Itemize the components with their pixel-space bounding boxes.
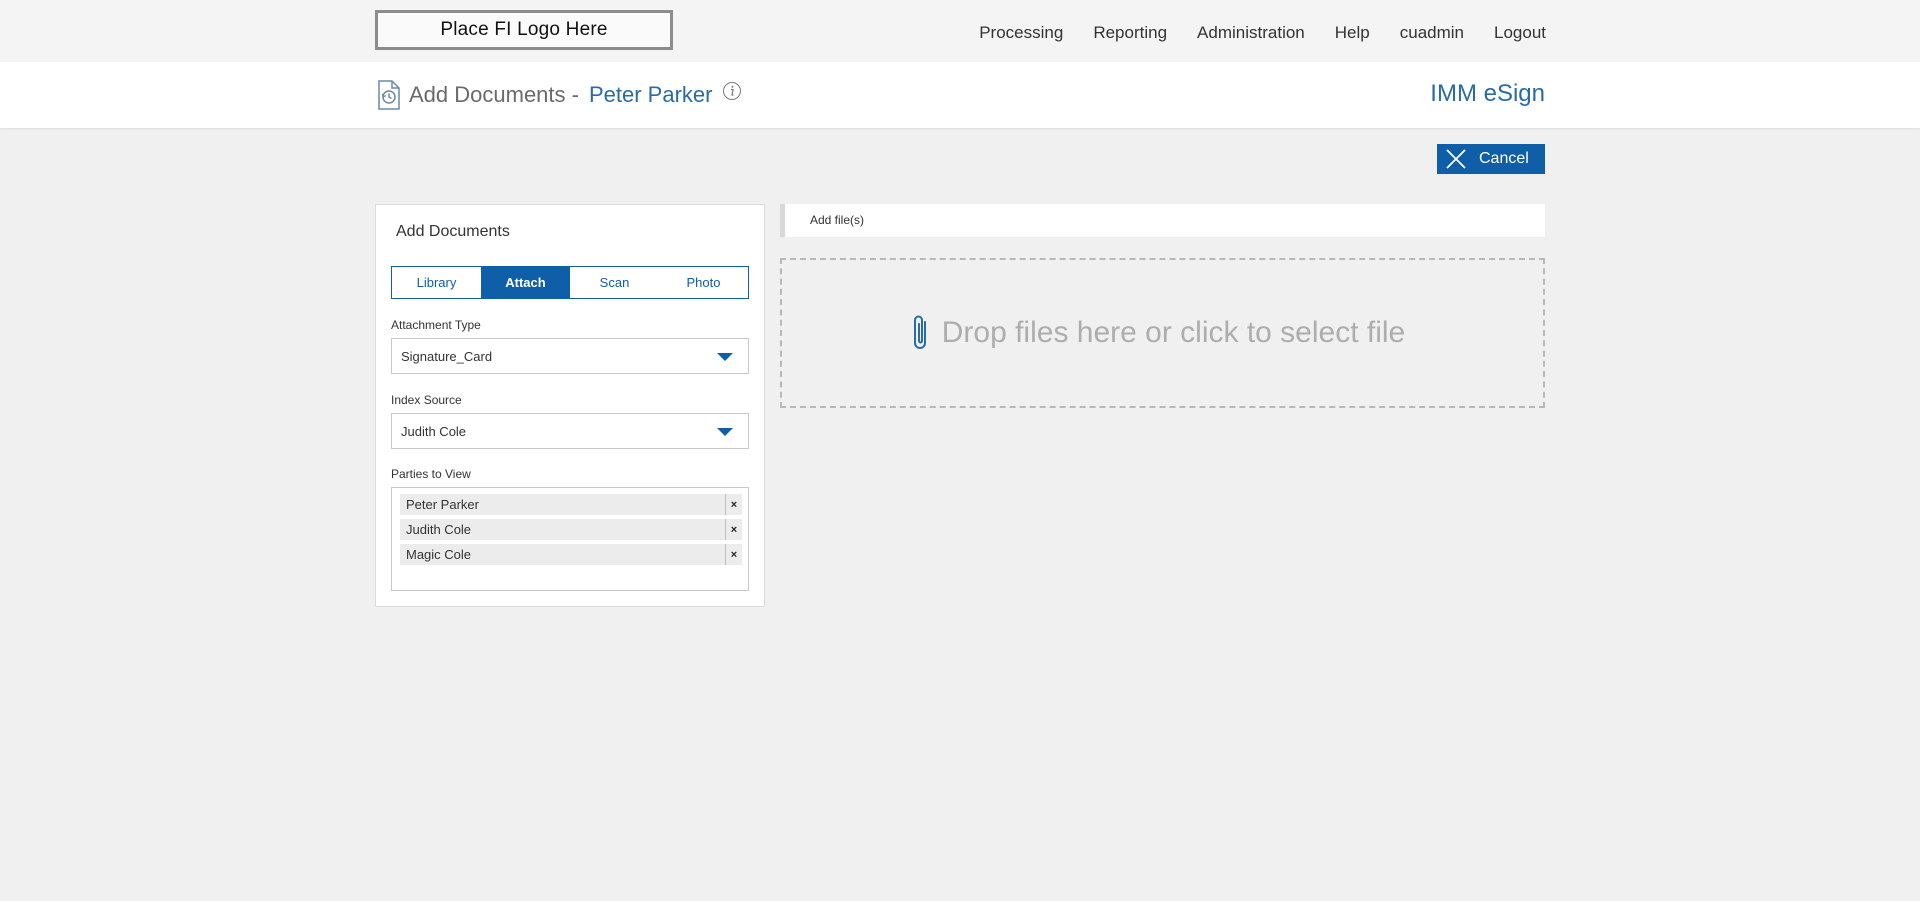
attachment-type-value: Signature_Card bbox=[401, 348, 493, 364]
nav-reporting[interactable]: Reporting bbox=[1093, 23, 1167, 43]
page-header: Add Documents - Peter Parker IMM eSign bbox=[0, 62, 1920, 128]
customer-name: Peter Parker bbox=[588, 82, 713, 107]
party-tag: Peter Parker × bbox=[400, 494, 742, 515]
dropzone-text: Drop files here or click to select file bbox=[941, 316, 1406, 349]
tab-library[interactable]: Library bbox=[392, 267, 481, 298]
party-tag-label: Peter Parker bbox=[406, 497, 479, 512]
paperclip-icon bbox=[913, 315, 926, 349]
nav-user-account[interactable]: cuadmin bbox=[1400, 23, 1464, 43]
party-tag: Judith Cole × bbox=[400, 519, 742, 540]
parties-to-view-label: Parties to View bbox=[391, 467, 471, 481]
cancel-button[interactable]: Cancel bbox=[1437, 144, 1545, 174]
brand-name: IMM eSign bbox=[1430, 80, 1545, 107]
index-source-value: Judith Cole bbox=[401, 423, 467, 439]
cancel-button-label: Cancel bbox=[1479, 150, 1529, 167]
party-tag-label: Magic Cole bbox=[406, 547, 472, 562]
top-bar: Place FI Logo Here Processing Reporting … bbox=[0, 0, 1920, 62]
party-tag: Magic Cole × bbox=[400, 544, 742, 565]
page-title: Add Documents - Peter Parker bbox=[377, 78, 742, 112]
remove-party-button[interactable]: × bbox=[725, 494, 742, 515]
close-icon bbox=[1446, 149, 1466, 169]
document-history-icon bbox=[378, 80, 400, 110]
main-nav: Processing Reporting Administration Help… bbox=[949, 0, 1546, 66]
index-source-label: Index Source bbox=[391, 393, 462, 407]
remove-party-button[interactable]: × bbox=[725, 519, 742, 540]
remove-party-button[interactable]: × bbox=[725, 544, 742, 565]
dropzone-content: Drop files here or click to select file bbox=[910, 312, 1406, 354]
nav-processing[interactable]: Processing bbox=[979, 23, 1063, 43]
add-documents-panel: Add Documents Library Attach Scan Photo … bbox=[375, 204, 765, 607]
page-title-text: Add Documents - bbox=[409, 82, 579, 107]
nav-administration[interactable]: Administration bbox=[1197, 23, 1305, 43]
add-files-label: Add file(s) bbox=[810, 213, 865, 227]
party-tag-label: Judith Cole bbox=[406, 522, 472, 537]
chevron-down-icon bbox=[717, 353, 733, 361]
index-source-select[interactable]: Judith Cole bbox=[391, 413, 749, 449]
parties-multiselect[interactable]: Peter Parker × Judith Cole × Magic Cole … bbox=[391, 487, 749, 591]
source-tabs: Library Attach Scan Photo bbox=[391, 266, 749, 299]
panel-title: Add Documents bbox=[396, 223, 510, 240]
chevron-down-icon bbox=[717, 428, 733, 436]
attachment-type-select[interactable]: Signature_Card bbox=[391, 338, 749, 374]
attachment-type-label: Attachment Type bbox=[391, 318, 481, 332]
tab-photo[interactable]: Photo bbox=[659, 267, 748, 298]
tab-attach[interactable]: Attach bbox=[481, 267, 570, 298]
info-icon[interactable] bbox=[722, 81, 742, 101]
nav-logout[interactable]: Logout bbox=[1494, 23, 1546, 43]
tab-scan[interactable]: Scan bbox=[570, 267, 659, 298]
fi-logo-placeholder: Place FI Logo Here bbox=[375, 10, 673, 50]
file-dropzone[interactable]: Drop files here or click to select file bbox=[780, 258, 1545, 408]
add-files-bar: Add file(s) bbox=[780, 204, 1545, 237]
nav-help[interactable]: Help bbox=[1335, 23, 1370, 43]
